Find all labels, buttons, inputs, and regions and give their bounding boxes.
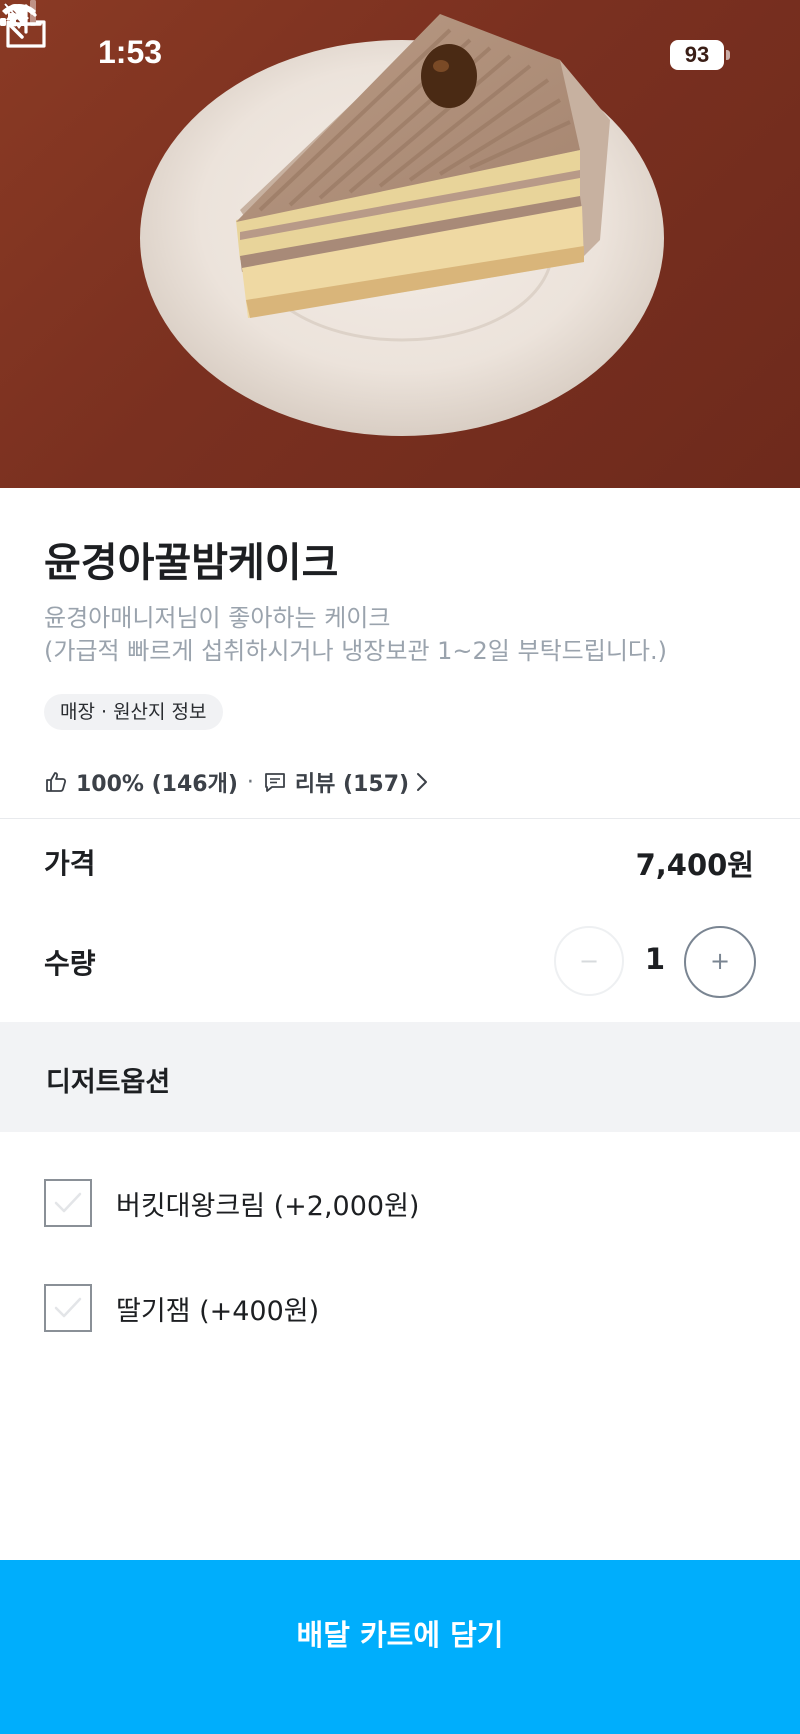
plus-icon: + <box>709 947 731 975</box>
battery-icon: 93 <box>670 40 730 70</box>
price-label: 가격 <box>44 847 96 880</box>
check-icon <box>54 1192 82 1213</box>
options-section-header: 디저트옵션 <box>0 1022 800 1132</box>
status-bar: 1:53 93 <box>0 0 800 110</box>
option-checkbox[interactable] <box>44 1179 92 1227</box>
add-to-cart-label: 배달 카트에 담기 <box>296 1618 504 1652</box>
add-to-cart-button[interactable]: 배달 카트에 담기 <box>0 1560 800 1734</box>
battery-level: 93 <box>684 42 710 67</box>
minus-icon: − <box>578 947 600 975</box>
option-label: 딸기잼 (+400원) <box>116 1295 320 1327</box>
options-section-title: 디저트옵션 <box>46 1067 171 1098</box>
description-line-1: 윤경아매니저님이 좋아하는 케이크 <box>44 604 391 632</box>
chevron-right-icon <box>417 773 428 791</box>
quantity-decrease-button[interactable]: − <box>554 926 624 996</box>
option-item-bucket-cream[interactable]: 버킷대왕크림 (+2,000원) <box>44 1178 419 1228</box>
rating-separator: · <box>246 769 254 795</box>
status-time: 1:53 <box>98 34 163 70</box>
description-line-2: (가급적 빠르게 섭취하시거나 냉장보관 1~2일 부탁드립니다.) <box>44 637 667 665</box>
share-icon[interactable] <box>0 0 52 52</box>
divider <box>0 818 800 819</box>
origin-info-chip[interactable]: 매장 · 원산지 정보 <box>44 694 223 730</box>
option-label: 버킷대왕크림 (+2,000원) <box>116 1190 420 1222</box>
product-title: 윤경아꿀밤케이크 <box>44 540 339 586</box>
rating-text: 100% (146개) <box>76 772 238 797</box>
review-bubble-icon <box>265 773 285 792</box>
reviews-link[interactable]: 리뷰 (157) <box>295 766 409 798</box>
check-icon <box>54 1297 82 1318</box>
quantity-label: 수량 <box>44 947 96 980</box>
option-item-strawberry-jam[interactable]: 딸기잼 (+400원) <box>44 1283 319 1333</box>
price-value: 7,400원 <box>635 848 754 882</box>
quantity-increase-button[interactable]: + <box>684 926 756 998</box>
product-description: 윤경아매니저님이 좋아하는 케이크 (가급적 빠르게 섭취하시거나 냉장보관 1… <box>44 602 774 668</box>
product-image: 1:53 93 <box>0 0 800 488</box>
quantity-value: 1 <box>644 942 666 976</box>
rating-row[interactable]: 100% (146개) · 리뷰 (157) <box>44 764 429 800</box>
option-checkbox[interactable] <box>44 1284 92 1332</box>
thumbs-up-icon <box>46 772 67 792</box>
